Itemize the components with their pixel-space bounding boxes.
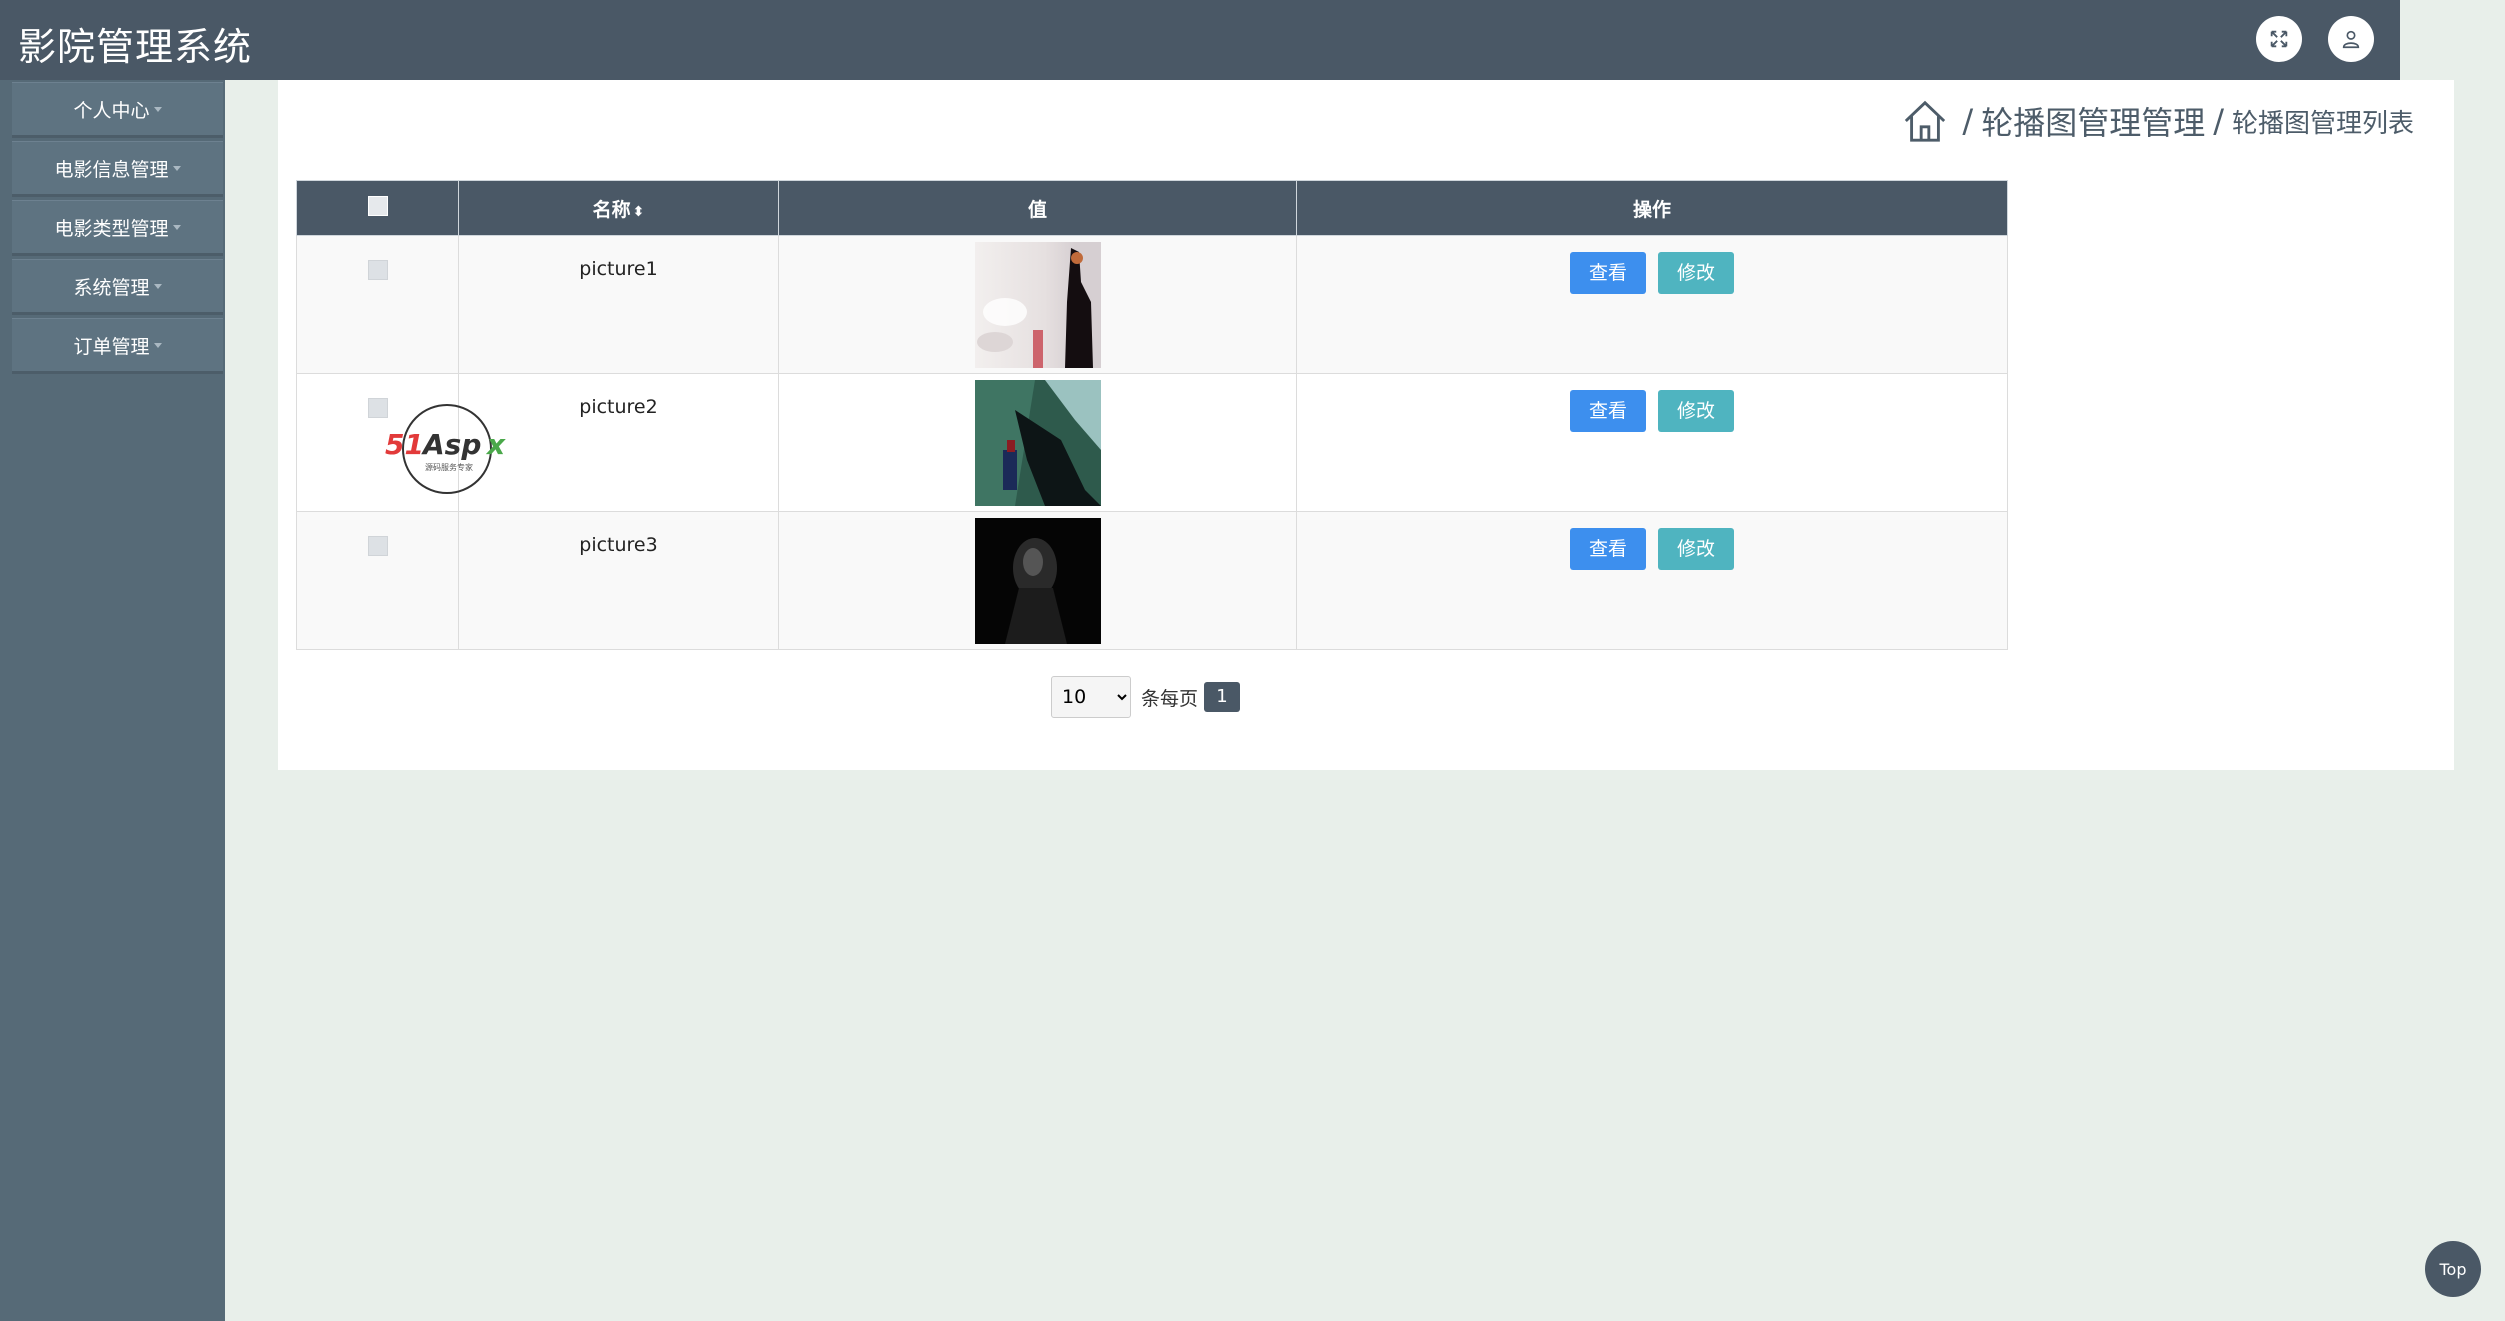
sidebar-item-system[interactable]: 系统管理 (12, 259, 223, 315)
edit-button[interactable]: 修改 (1658, 252, 1734, 294)
sidebar: 个人中心 电影信息管理 电影类型管理 系统管理 订单管理 (0, 80, 225, 1321)
svg-text:51: 51 (385, 428, 424, 461)
breadcrumb-separator: / (2213, 102, 2224, 140)
per-page-label: 条每页 (1141, 687, 1199, 710)
svg-text:Asp: Asp (421, 428, 481, 461)
page-size-select[interactable]: 10 (1051, 676, 1131, 718)
carousel-table: 名称 ⬍ 值 操作 picture1 查看 修改 picture2 查看 修改 … (296, 180, 2008, 650)
edit-button[interactable]: 修改 (1658, 390, 1734, 432)
user-icon (2342, 30, 2360, 49)
view-button[interactable]: 查看 (1570, 252, 1646, 294)
caret-down-icon (153, 283, 162, 289)
home-icon[interactable] (1902, 98, 1948, 144)
header-select-all (296, 180, 459, 236)
sidebar-item-personal-center[interactable]: 个人中心 (12, 82, 223, 138)
breadcrumb: / 轮播图管理管理 / 轮播图管理列表 (1902, 98, 2414, 144)
caret-down-icon (172, 165, 181, 171)
svg-text:x: x (485, 428, 506, 461)
header-actions: 操作 (1296, 180, 2008, 236)
row-checkbox[interactable] (367, 536, 388, 556)
main-panel: / 轮播图管理管理 / 轮播图管理列表 名称 ⬍ 值 操作 picture1 查… (278, 80, 2454, 770)
table-row: picture3 查看 修改 (296, 511, 2008, 650)
svg-text:源码服务专家: 源码服务专家 (425, 462, 473, 472)
view-button[interactable]: 查看 (1570, 390, 1646, 432)
app-title: 影院管理系统 (18, 25, 253, 69)
caret-down-icon (172, 224, 181, 230)
sidebar-item-orders[interactable]: 订单管理 (12, 318, 223, 374)
sidebar-item-movie-type[interactable]: 电影类型管理 (12, 200, 223, 256)
picture-thumbnail (974, 518, 1101, 644)
sort-icon[interactable]: ⬍ (633, 204, 645, 220)
row-checkbox[interactable] (367, 260, 388, 280)
caret-down-icon (153, 342, 162, 348)
view-button[interactable]: 查看 (1570, 528, 1646, 570)
select-all-checkbox[interactable] (367, 195, 388, 216)
breadcrumb-separator: / (1962, 102, 1974, 140)
table-header-row: 名称 ⬍ 值 操作 (296, 180, 2008, 236)
top-bar: 影院管理系统 (0, 0, 2400, 80)
caret-down-icon (153, 106, 162, 112)
picture-thumbnail (974, 242, 1101, 368)
watermark-logo: 51 Asp x 源码服务专家 (385, 402, 515, 496)
row-name: picture1 (579, 258, 658, 280)
breadcrumb-level2: 轮播图管理列表 (2231, 108, 2414, 139)
table-row: picture2 查看 修改 (296, 373, 2008, 512)
expand-icon (2270, 30, 2288, 48)
back-to-top-button[interactable]: Top (2425, 1241, 2481, 1297)
table-row: picture1 查看 修改 (296, 235, 2008, 374)
pagination: 10 条每页 1 (1051, 676, 1241, 718)
sidebar-item-movie-info[interactable]: 电影信息管理 (12, 141, 223, 197)
header-value: 值 (778, 180, 1297, 236)
edit-button[interactable]: 修改 (1658, 528, 1734, 570)
header-name[interactable]: 名称 ⬍ (458, 180, 779, 236)
user-button[interactable] (2328, 16, 2374, 62)
page-number-current[interactable]: 1 (1204, 682, 1241, 712)
picture-thumbnail (974, 380, 1101, 506)
fullscreen-button[interactable] (2256, 16, 2302, 62)
row-name: picture3 (579, 534, 658, 556)
breadcrumb-level1[interactable]: 轮播图管理管理 (1981, 98, 2205, 144)
